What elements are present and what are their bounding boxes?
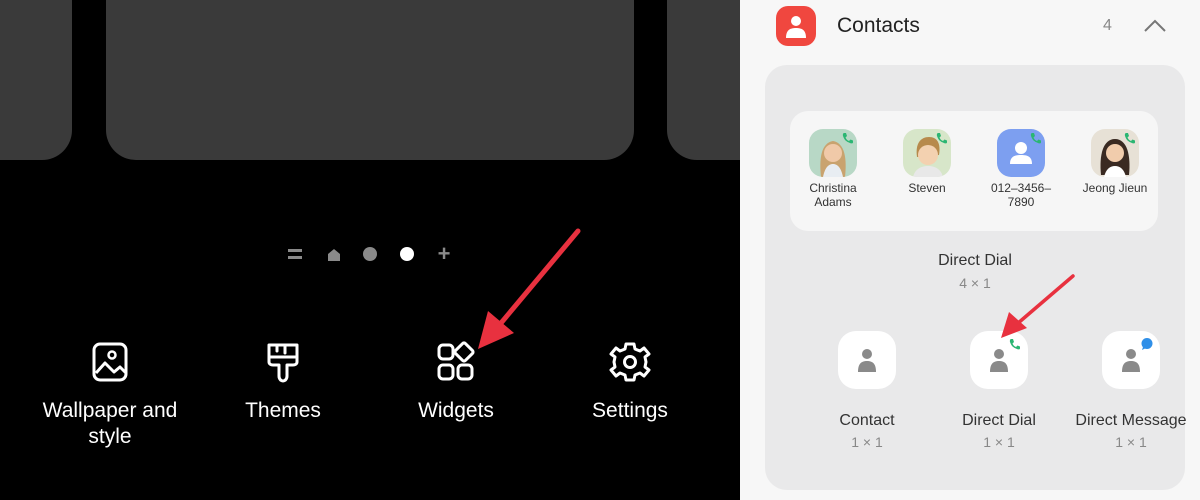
wallpaper-and-style-button[interactable]: Wallpaper and style [25,340,195,450]
widget-count: 4 [1103,17,1112,34]
widgets-button[interactable]: Widgets [371,340,541,424]
menu-label: Widgets [418,399,494,422]
contact-jeong-jieun: Jeong Jieun [1075,129,1155,195]
avatar [1091,129,1139,177]
avatar [903,129,951,177]
contact-name: Christina Adams [809,181,857,209]
gear-icon [609,342,651,382]
page-preview-current[interactable] [106,0,634,160]
message-icon [1141,338,1153,350]
widget-label: Contact [839,412,895,429]
contact-name: 012–3456–7890 [990,181,1052,209]
themes-button[interactable]: Themes [198,340,368,424]
call-icon [1009,339,1020,350]
page-preview-left[interactable]: time [0,0,72,160]
contact-steven: Steven [887,129,967,195]
widget-label: Direct Message [1075,412,1187,429]
person-icon [1122,349,1140,372]
contacts-app-icon [776,6,816,46]
widgets-icon [437,341,475,381]
avatar [809,129,857,177]
settings-button[interactable]: Settings [545,340,715,424]
dot-icon[interactable] [363,247,377,261]
paintbrush-icon [267,343,299,383]
menu-label: Themes [245,399,321,422]
chevron-up-icon[interactable] [1142,13,1168,39]
dot-active-icon[interactable] [400,247,414,261]
avatar [997,129,1045,177]
screenshot: time + Wallpaper and style [0,0,1200,500]
page-preview-right[interactable] [667,0,740,160]
widget-tile[interactable] [970,331,1028,389]
contact-name: Jeong Jieun [1082,181,1148,195]
contact-christina-adams: Christina Adams [793,129,873,209]
widget-size: 1 × 1 [1115,434,1147,450]
widget-label: Direct Dial [962,412,1036,429]
menu-icon[interactable] [288,248,302,260]
direct-dial-1x1-widget[interactable]: Direct Dial 1 × 1 [934,331,1064,450]
pointer-arrow-icon [478,228,581,349]
widget-tile[interactable] [838,331,896,389]
contact-name: Steven [908,181,946,195]
contacts-widget-card: Christina Adams Steven 012–3456–7890 Jeo… [765,65,1187,490]
widget-picker-panel: Contacts 4 Christina Adams Steven 012–34… [740,0,1200,500]
contact-1x1-widget[interactable]: Contact 1 × 1 [802,331,932,450]
call-icon [936,133,947,144]
menu-label: Wallpaper and style [42,399,178,448]
widget-label: Direct Dial [938,252,1012,269]
contact-phone-number: 012–3456–7890 [981,129,1061,209]
widget-size: 1 × 1 [983,434,1015,450]
wallpaper-icon [92,342,128,382]
widget-tile[interactable] [1102,331,1160,389]
home-edit-panel: time + Wallpaper and style [0,0,740,500]
plus-icon[interactable]: + [436,243,452,265]
call-icon [842,133,853,144]
call-icon [1030,133,1041,144]
person-icon [858,349,876,372]
page-indicator: + [282,243,458,265]
contacts-title: Contacts [837,14,920,37]
widget-size: 1 × 1 [851,434,883,450]
call-icon [1124,133,1135,144]
direct-dial-4x1-widget[interactable]: Christina Adams Steven 012–3456–7890 Jeo… [790,111,1158,231]
direct-message-1x1-widget[interactable]: Direct Message 1 × 1 [1066,331,1196,450]
widget-size: 4 × 1 [959,275,991,291]
home-icon[interactable] [326,247,342,263]
person-icon [990,349,1008,372]
menu-label: Settings [592,399,668,422]
